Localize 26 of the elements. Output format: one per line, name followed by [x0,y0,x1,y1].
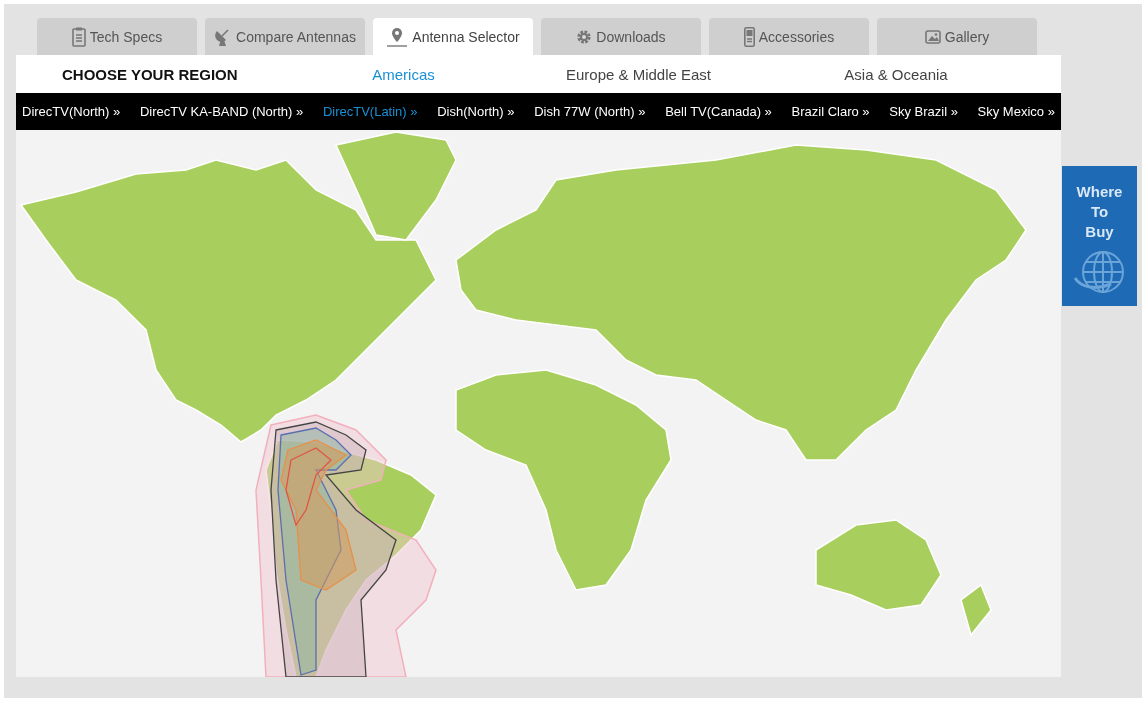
service-link[interactable]: Dish(North) » [437,104,515,119]
globe-icon [1072,248,1127,294]
tab[interactable]: Accessories [709,18,869,55]
where-to-buy-button[interactable]: Where To Buy [1062,166,1137,306]
tab[interactable]: Tech Specs [37,18,197,55]
region-heading: CHOOSE YOUR REGION [61,65,239,83]
service-link[interactable]: Bell TV(Canada) » [665,104,772,119]
service-link[interactable]: Sky Brazil » [889,104,958,119]
service-link[interactable]: Brazil Claro » [791,104,870,119]
service-link[interactable]: DirecTV(North) » [22,104,121,119]
service-link[interactable]: DirecTV(Latin) » [322,104,418,119]
region-link[interactable]: Asia & Oceania [844,65,948,83]
clipboard-icon [71,26,86,47]
tab[interactable]: Antenna Selector [373,18,533,55]
service-link[interactable]: Sky Mexico » [977,104,1055,119]
gear-icon [576,28,593,45]
picture-icon [924,29,941,44]
tab[interactable]: Gallery [877,18,1037,55]
region-link[interactable]: Americas [372,65,435,83]
location-pin-icon [386,26,409,47]
mobile-phone-icon [743,26,755,47]
tab[interactable]: Downloads [541,18,701,55]
tab[interactable]: Compare Antennas [205,18,365,55]
region-link[interactable]: Europe & Middle East [565,65,712,83]
service-link[interactable]: DirecTV KA-BAND (North) » [139,104,304,119]
service-link[interactable]: Dish 77W (North) » [534,104,646,119]
